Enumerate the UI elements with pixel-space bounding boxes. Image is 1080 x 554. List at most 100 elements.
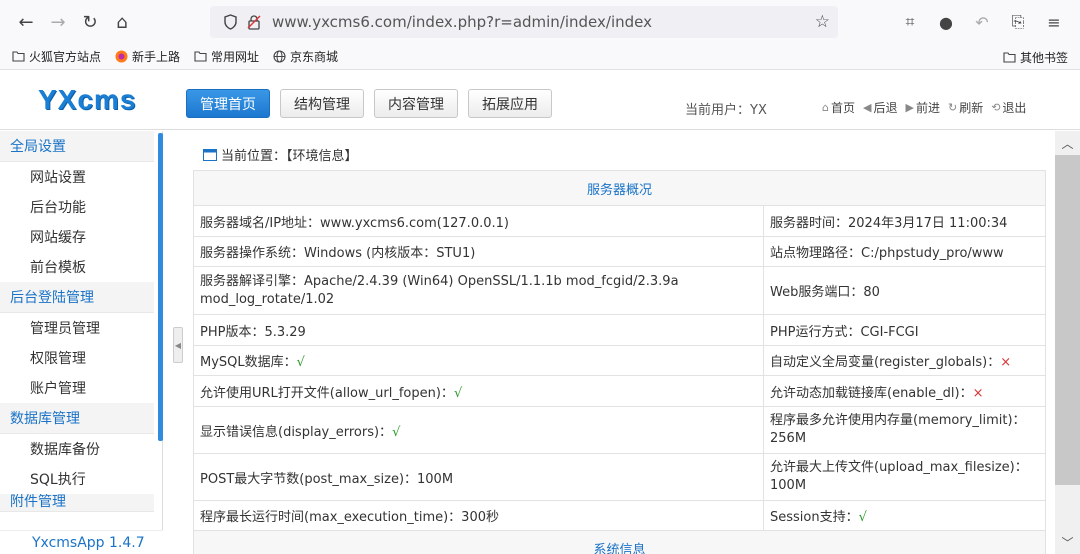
app-header: YXcms 管理首页 结构管理 内容管理 拓展应用 当前用户：YX ⌂ 首页 ◀ 后… [0,70,1080,130]
browser-toolbar: ← → ↻ ⌂ www.yxcms6.com/index.php?r=admin… [0,0,1080,44]
table-cell: MySQL数据库：√ [193,345,764,376]
reload-icon[interactable]: ↻ [74,6,106,38]
bookmark-label: 常用网址 [211,50,260,64]
folder-icon [12,51,25,62]
server-info-table: 服务器概况 服务器域名/IP地址：www.yxcms6.com(127.0.0.… [193,170,1046,554]
home-icon: ⌂ [822,101,829,114]
check-icon: √ [453,385,463,401]
table-cell: 服务器解译引擎：Apache/2.4.39 (Win64) OpenSSL/1.… [193,266,764,315]
tab-admin-home[interactable]: 管理首页 [186,89,270,118]
sidebar-item-site-settings[interactable]: 网站设置 [0,162,162,192]
table-cell: PHP运行方式：CGI-FCGI [763,314,1046,346]
sidebar-item-frontend-templates[interactable]: 前台模板 [0,252,162,282]
table-row: 显示错误信息(display_errors)：√ 程序最多允许使用内存量(mem… [193,406,1046,454]
sidebar-item-accounts[interactable]: 账户管理 [0,373,162,403]
sidebar-item-admins[interactable]: 管理员管理 [0,313,162,343]
forward-link[interactable]: ▶ 前进 [905,99,939,116]
version-label: YxcmsApp 1.4.7 [0,530,163,554]
table-cell: 允许动态加载链接库(enable_dl)：× [763,375,1046,407]
bookmark-label: 火狐官方站点 [29,50,102,64]
extensions-icon[interactable]: ⎘ [1002,6,1034,38]
sidebar: 全局设置 网站设置 后台功能 网站缓存 前台模板 后台登陆管理 管理员管理 权限… [0,131,163,554]
bookmark-label: 新手上路 [132,50,181,64]
cross-icon: × [972,385,984,401]
table-row: 服务器域名/IP地址：www.yxcms6.com(127.0.0.1) 服务器… [193,205,1046,237]
screenshot-icon[interactable]: ⌗ [894,6,926,38]
firefox-icon [115,50,128,63]
logo: YXcms [38,84,137,115]
table-cell: 站点物理路径：C:/phpstudy_pro/www [763,236,1046,267]
address-bar[interactable]: www.yxcms6.com/index.php?r=admin/index/i… [210,6,838,38]
logout-link[interactable]: ⟲ 退出 [991,99,1026,116]
bookmark-item[interactable]: 京东商城 [273,48,338,65]
window-icon [203,148,217,161]
sidebar-collapse-handle[interactable]: ◀ [173,327,183,363]
bookmark-star-icon[interactable]: ☆ [815,12,830,32]
home-icon[interactable]: ⌂ [106,6,138,38]
table-row: PHP版本：5.3.29 PHP运行方式：CGI-FCGI [193,314,1046,346]
table-cell: 允许最大上传文件(upload_max_filesize)：100M [763,453,1046,501]
check-icon: √ [392,424,401,440]
sidebar-section-global[interactable]: 全局设置 [0,131,154,162]
shield-icon[interactable] [218,14,242,30]
page-scrollbar[interactable]: ︿ ﹀ [1055,131,1080,554]
folder-icon [194,51,207,62]
chevron-down-icon[interactable]: ﹀ [1055,532,1080,552]
sidebar-section-database[interactable]: 数据库管理 [0,403,154,434]
sidebar-item-site-cache[interactable]: 网站缓存 [0,222,162,252]
refresh-link[interactable]: ↻ 刷新 [948,99,983,116]
url-text: www.yxcms6.com/index.php?r=admin/index/i… [272,13,652,31]
bookmark-item[interactable]: 常用网址 [194,48,259,65]
tab-extensions[interactable]: 拓展应用 [468,89,552,118]
chevron-up-icon[interactable]: ︿ [1055,133,1080,153]
insecure-lock-icon[interactable] [242,14,266,30]
cross-icon: × [1000,355,1012,370]
sidebar-item-permissions[interactable]: 权限管理 [0,343,162,373]
table-row: POST最大字节数(post_max_size)：100M 允许最大上传文件(u… [193,453,1046,501]
cell-label: 自动定义全局变量(register_globals)： [770,355,1001,370]
table-cell: 允许使用URL打开文件(allow_url_fopen)：√ [193,375,764,407]
home-link[interactable]: ⌂ 首页 [822,99,855,116]
sidebar-scrollbar[interactable] [158,133,163,441]
tab-content[interactable]: 内容管理 [374,89,458,118]
check-icon: √ [858,510,867,525]
sidebar-item-backend-features[interactable]: 后台功能 [0,192,162,222]
table-row: 服务器解译引擎：Apache/2.4.39 (Win64) OpenSSL/1.… [193,266,1046,315]
logout-link-label: 退出 [1002,101,1027,115]
table-row: 服务器操作系统：Windows (内核版本：STU1) 站点物理路径：C:/ph… [193,236,1046,267]
sidebar-section-attachments[interactable]: 附件管理 [0,494,154,512]
cell-label: 显示错误信息(display_errors)： [200,424,393,440]
table-cell: 显示错误信息(display_errors)：√ [193,406,764,454]
forward-icon[interactable]: → [42,6,74,38]
sidebar-item-db-backup[interactable]: 数据库备份 [0,434,162,464]
table-cell: POST最大字节数(post_max_size)：100M [193,453,764,501]
tab-structure[interactable]: 结构管理 [280,89,364,118]
table-row: 允许使用URL打开文件(allow_url_fopen)：√ 允许动态加载链接库… [193,375,1046,407]
sidebar-item-sql-exec[interactable]: SQL执行 [0,464,162,494]
table-cell: 服务器操作系统：Windows (内核版本：STU1) [193,236,764,267]
undo-icon[interactable]: ↶ [966,6,998,38]
back-link[interactable]: ◀ 后退 [863,99,897,116]
bookmarks-bar: 火狐官方站点 新手上路 常用网址 京东商城 其他书签 [0,44,1080,70]
other-bookmarks[interactable]: 其他书签 [1003,49,1068,66]
forward-link-label: 前进 [915,101,940,115]
table-row: 程序最长运行时间(max_execution_time)：300秒 Sessio… [193,500,1046,531]
table-cell: 服务器时间：2024年3月17日 11:00:34 [763,205,1046,237]
cell-label: 允许使用URL打开文件(allow_url_fopen)： [200,385,454,401]
back-icon[interactable]: ← [10,6,42,38]
sidebar-section-login[interactable]: 后台登陆管理 [0,282,154,313]
back-link-label: 后退 [873,101,898,115]
system-info-caption: 系统信息 [193,530,1046,554]
bookmark-item[interactable]: 新手上路 [115,48,180,65]
table-cell: 服务器域名/IP地址：www.yxcms6.com(127.0.0.1) [193,205,764,237]
chat-icon[interactable]: ● [930,6,962,38]
refresh-link-label: 刷新 [959,101,984,115]
cell-label: MySQL数据库： [200,355,297,370]
check-icon: √ [296,355,305,370]
bookmark-item[interactable]: 火狐官方站点 [12,48,101,65]
scrollbar-thumb[interactable] [1055,155,1080,485]
menu-icon[interactable]: ≡ [1038,6,1070,38]
table-cell: 自动定义全局变量(register_globals)：× [763,345,1046,376]
current-user: 当前用户：YX [685,103,767,118]
logout-icon: ⟲ [991,101,1001,114]
